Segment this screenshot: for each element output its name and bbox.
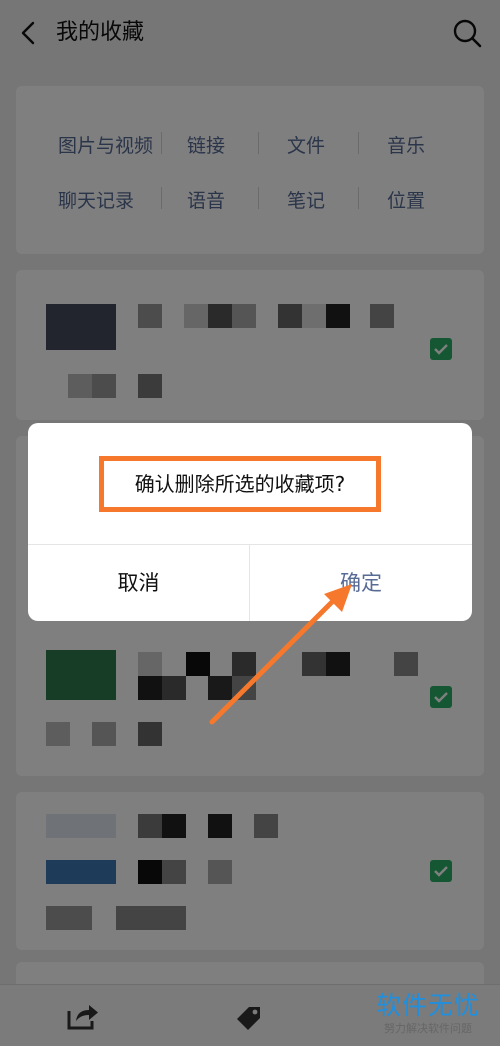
watermark-title: 软件无忧 xyxy=(375,991,480,1020)
site-watermark: 软件无忧 努力解决软件问题 xyxy=(368,984,488,1040)
cancel-button[interactable]: 取消 xyxy=(28,545,249,621)
highlighted-message: 确认删除所选的收藏项? xyxy=(99,456,381,512)
confirm-delete-dialog: 确认删除所选的收藏项? 取消 确定 xyxy=(28,423,472,621)
watermark-subtitle: 努力解决软件问题 xyxy=(384,1022,472,1035)
dialog-message: 确认删除所选的收藏项? xyxy=(134,472,346,496)
confirm-button[interactable]: 确定 xyxy=(250,545,472,621)
